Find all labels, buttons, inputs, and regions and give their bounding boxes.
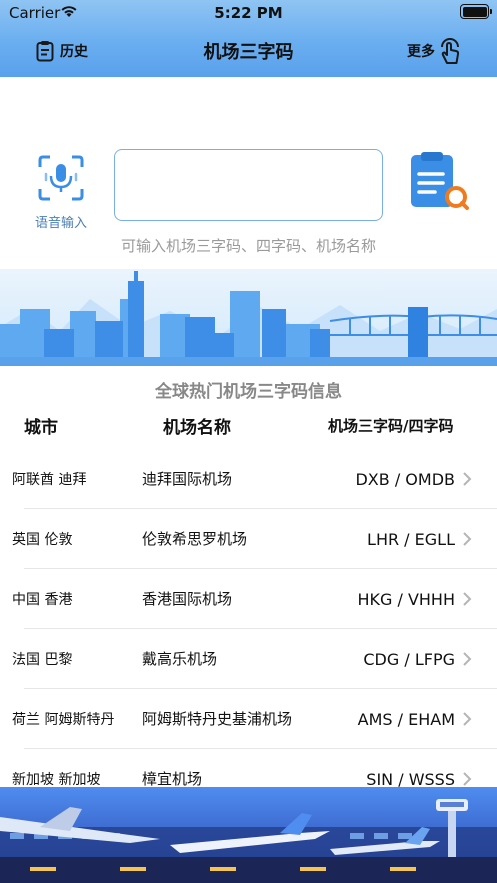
- airport-name: 香港国际机场: [142, 590, 233, 608]
- airport-name: 阿姆斯特丹史基浦机场: [142, 710, 293, 728]
- document-search-icon: [411, 152, 469, 210]
- airport-code: HKG / VHHH: [357, 589, 455, 609]
- airport-row[interactable]: 英国 伦敦 伦敦希思罗机场 LHR / EGLL: [0, 509, 497, 569]
- voice-input-label: 语音输入: [34, 216, 87, 231]
- airport-name: 戴高乐机场: [142, 650, 218, 668]
- section-title: 全球热门机场三字码信息: [155, 382, 342, 402]
- airport-name: 伦敦希思罗机场: [142, 530, 248, 548]
- airport-code: CDG / LFPG: [363, 649, 455, 669]
- airport-code: AMS / EHAM: [357, 709, 455, 729]
- chevron-right-icon: [463, 592, 472, 606]
- airport-list: 阿联酋 迪拜 迪拜国际机场 DXB / OMDB 英国 伦敦 伦敦希思罗机场 L…: [0, 449, 497, 809]
- more-label: 更多: [407, 44, 435, 60]
- airport-city: 荷兰 阿姆斯特丹: [12, 712, 115, 728]
- document-search-button[interactable]: [408, 152, 470, 214]
- search-hint: 可输入机场三字码、四字码、机场名称: [0, 235, 497, 256]
- airport-row[interactable]: 荷兰 阿姆斯特丹 阿姆斯特丹史基浦机场 AMS / EHAM: [0, 689, 497, 749]
- chevron-right-icon: [463, 712, 472, 726]
- more-button[interactable]: 更多: [407, 35, 463, 67]
- battery-icon: [460, 4, 492, 19]
- column-header-city: 城市: [24, 418, 58, 438]
- chevron-right-icon: [463, 532, 472, 546]
- airport-city: 阿联酋 迪拜: [12, 472, 87, 488]
- chevron-right-icon: [463, 652, 472, 666]
- search-hint-text: 可输入机场三字码、四字码、机场名称: [120, 237, 376, 255]
- app-header: Carrier 5:22 PM 历史 机场三字码 更多: [0, 0, 497, 77]
- city-skyline-banner: [0, 269, 497, 366]
- chevron-right-icon: [463, 772, 472, 786]
- airport-code: DXB / OMDB: [355, 469, 455, 489]
- airport-code: LHR / EGLL: [367, 529, 455, 549]
- tap-hand-icon: [441, 38, 460, 64]
- status-bar: Carrier 5:22 PM: [0, 0, 497, 26]
- column-header-code: 机场三字码/四字码: [328, 417, 454, 435]
- airport-row[interactable]: 阿联酋 迪拜 迪拜国际机场 DXB / OMDB: [0, 449, 497, 509]
- airport-name: 迪拜国际机场: [142, 470, 233, 488]
- column-header-name: 机场名称: [163, 418, 231, 438]
- voice-input-button[interactable]: 语音输入: [30, 152, 90, 232]
- microphone-icon: [38, 155, 84, 201]
- airport-city: 英国 伦敦: [12, 532, 73, 548]
- airport-illustration-banner: [0, 787, 497, 883]
- airport-city: 中国 香港: [12, 592, 73, 608]
- search-input[interactable]: [114, 149, 383, 221]
- airport-row[interactable]: 中国 香港 香港国际机场 HKG / VHHH: [0, 569, 497, 629]
- chevron-right-icon: [463, 472, 472, 486]
- airport-row[interactable]: 法国 巴黎 戴高乐机场 CDG / LFPG: [0, 629, 497, 689]
- status-time: 5:22 PM: [214, 4, 283, 22]
- airport-city: 法国 巴黎: [12, 652, 73, 668]
